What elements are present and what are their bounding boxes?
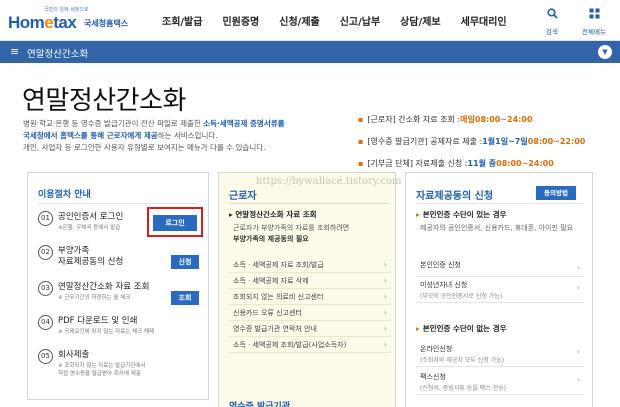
nav-item-inquiry[interactable]: 조회/발급	[162, 13, 202, 28]
step-note: ※ 공제요건에 맞지 않는 자료는 체크 해제	[58, 329, 155, 335]
consent-panel: 자료제공동의 신청 동의방법 ▸ 본인인증 수단이 있는 경우 제공자의 공인인증…	[405, 172, 593, 407]
step-label: 연말정산간소화 자료 조회	[58, 282, 150, 292]
hamburger-icon[interactable]: ≡	[10, 45, 19, 58]
bullet-icon: ▸	[416, 210, 420, 219]
chevron-right-icon: ›	[383, 292, 387, 301]
fax-apply-link[interactable]: 팩스신청 (신청서, 증빙서류 등을 팩스 전송) ›	[416, 369, 584, 395]
list-item[interactable]: 소득 · 세액공제 자료 삭제 ›	[229, 273, 391, 289]
main-navigation: 조회/발급 민원증명 신청/제출 신고/납부 상담/제보 세무대리인	[162, 13, 527, 28]
divider	[416, 203, 584, 204]
step-number: 03	[38, 281, 53, 296]
chevron-right-icon: ›	[576, 347, 580, 356]
chevron-right-icon: ›	[576, 283, 580, 292]
chevron-right-icon: ›	[383, 308, 387, 317]
step-note: ※ 근무기간의 하정하는 월 체크	[58, 295, 131, 301]
nav-item-consult[interactable]: 상담/제보	[400, 13, 440, 28]
issuer-section-title: 영수증 발급기관	[229, 402, 291, 407]
intro-text: 병원·학교·은행 등 영수증 발급기관이 전산 파일로 제출한 소득·세액공제 …	[23, 119, 285, 152]
step-note: ※은행, 우체국 등에서 발급	[58, 225, 121, 231]
full-menu-label: 전체메뉴	[582, 28, 606, 36]
full-menu-button[interactable]: 전체메뉴	[574, 8, 614, 36]
step-number: 04	[38, 315, 53, 330]
list-item[interactable]: 조회되지 않는 의료비 신고센터 ›	[229, 289, 391, 305]
minor-child-link[interactable]: 미성년자녀 신청 (부모의 공인인증서로 신청 가능) ›	[416, 277, 584, 303]
inquiry-button[interactable]: 조회	[171, 291, 199, 305]
section-navbar: ≡ 연말정산간소화 ▼	[0, 41, 620, 63]
online-apply-link[interactable]: 온라인신청 (조회자와 제공자 모두 신청 가능) ›	[416, 341, 584, 367]
highlight-frame	[147, 207, 203, 237]
step-label: 공인인증서 로그인	[58, 212, 124, 222]
section-heading: ▸ 본인인증 수단이 있는 경우	[416, 210, 507, 219]
logo-wordmark: Hometax	[8, 13, 77, 32]
step-note: ※ 조회되지 않는 자료는 발급기관에서	[58, 363, 146, 369]
page-title: 연말정산간소화	[22, 86, 186, 116]
step-note: 직접 영수증을 발급받아 회사에 제출	[58, 371, 141, 377]
schedule-row: ▪ [기부금 단체] 자료제출 신청 : 11월 중 08:00~24:00	[358, 158, 554, 168]
procedure-title: 이용절차 안내	[38, 190, 91, 200]
bullet-icon: ▪	[358, 136, 364, 146]
schedule-row: ▪ [근로자] 간소화 자료 조회 : 매일 08:00~24:00	[358, 114, 533, 124]
step-label: 회사제출	[58, 350, 90, 360]
apply-button[interactable]: 신청	[171, 255, 199, 269]
worker-description: 근로자가 부양가족의 자료를 조회하려면 부양가족의 제공동의 필요	[233, 224, 350, 243]
self-auth-link[interactable]: 본인인증 신청 ›	[416, 257, 584, 277]
chevron-right-icon: ›	[383, 276, 387, 285]
bullet-icon: ▪	[358, 114, 364, 124]
search-button[interactable]: 검색	[532, 8, 572, 36]
chevron-right-icon: ›	[383, 324, 387, 333]
chevron-down-icon[interactable]: ▼	[598, 45, 612, 59]
step-label: PDF 다운로드 및 인쇄	[58, 316, 138, 326]
section-heading: ▸ 본인인증 수단이 없는 경우	[416, 324, 507, 333]
divider	[229, 203, 389, 204]
nav-item-application[interactable]: 신청/제출	[279, 13, 319, 28]
step-number: 05	[38, 349, 53, 364]
section-description: 제공자의 공인인증서, 신용카드, 휴대폰, 아이핀 필요	[420, 224, 574, 232]
bullet-icon: ▪	[358, 158, 364, 168]
nav-item-certificates[interactable]: 민원증명	[222, 13, 259, 28]
step-label: 부양가족 자료제공동의 신청	[58, 246, 124, 267]
worker-title: 근로자	[229, 191, 257, 202]
consent-method-button[interactable]: 동의방법	[536, 186, 576, 200]
navbar-title: 연말정산간소화	[27, 49, 89, 60]
worker-link-list: 소득 · 세액공제 자료 조회/발급 › 소득 · 세액공제 자료 삭제 › 조회되…	[229, 257, 391, 353]
procedure-panel: 이용절차 안내 01 공인인증서 로그인 ※은행, 우체국 등에서 발급 로그인…	[27, 172, 209, 400]
search-icon	[532, 8, 572, 23]
top-header: 국민의 일에 세정으로 Hometax 국세청홈택스 조회/발급 민원증명 신청…	[0, 0, 620, 41]
list-item[interactable]: 소득 · 세액공제 조회/발급(사업소득자) ›	[229, 337, 391, 353]
search-label: 검색	[546, 28, 558, 36]
schedule-list: ▪ [근로자] 간소화 자료 조회 : 매일 08:00~24:00 ▪ [영수…	[358, 108, 608, 174]
step-number: 02	[38, 245, 53, 260]
list-item[interactable]: 영수증 발급기관 연락처 안내 ›	[229, 321, 391, 337]
logo-subtitle: 국세청홈택스	[84, 19, 129, 28]
watermark: https://bywallace.tistory.com	[256, 176, 402, 187]
consent-title: 자료제공동의 신청	[416, 191, 494, 202]
hometax-logo[interactable]: 국민의 일에 세정으로 Hometax 국세청홈택스	[8, 6, 128, 36]
divider	[38, 203, 198, 204]
chevron-right-icon: ›	[576, 263, 580, 272]
list-item[interactable]: 소득 · 세액공제 자료 조회/발급 ›	[229, 257, 391, 273]
bullet-icon: ▸	[416, 324, 420, 333]
schedule-row: ▪ [영수증 발급기관] 공제자료 제출 : 1월1일~7일 08:00~22:…	[358, 136, 586, 146]
logo-tagline: 국민의 일에 세정으로	[44, 7, 89, 13]
worker-panel: 근로자 ▸ 연말정산간소화 자료 조회 근로자가 부양가족의 자료를 조회하려면…	[218, 172, 396, 407]
worker-subtitle: ▸ 연말정산간소화 자료 조회	[229, 210, 317, 219]
nav-item-tax-agent[interactable]: 세무대리인	[461, 13, 507, 28]
chevron-right-icon: ›	[383, 340, 387, 349]
nav-item-filing[interactable]: 신고/납부	[340, 13, 380, 28]
list-item[interactable]: 신용카드 오류 신고센터 ›	[229, 305, 391, 321]
chevron-right-icon: ›	[576, 375, 580, 384]
step-number: 01	[38, 211, 53, 226]
chevron-right-icon: ›	[383, 260, 387, 269]
grid-menu-icon	[574, 8, 614, 23]
